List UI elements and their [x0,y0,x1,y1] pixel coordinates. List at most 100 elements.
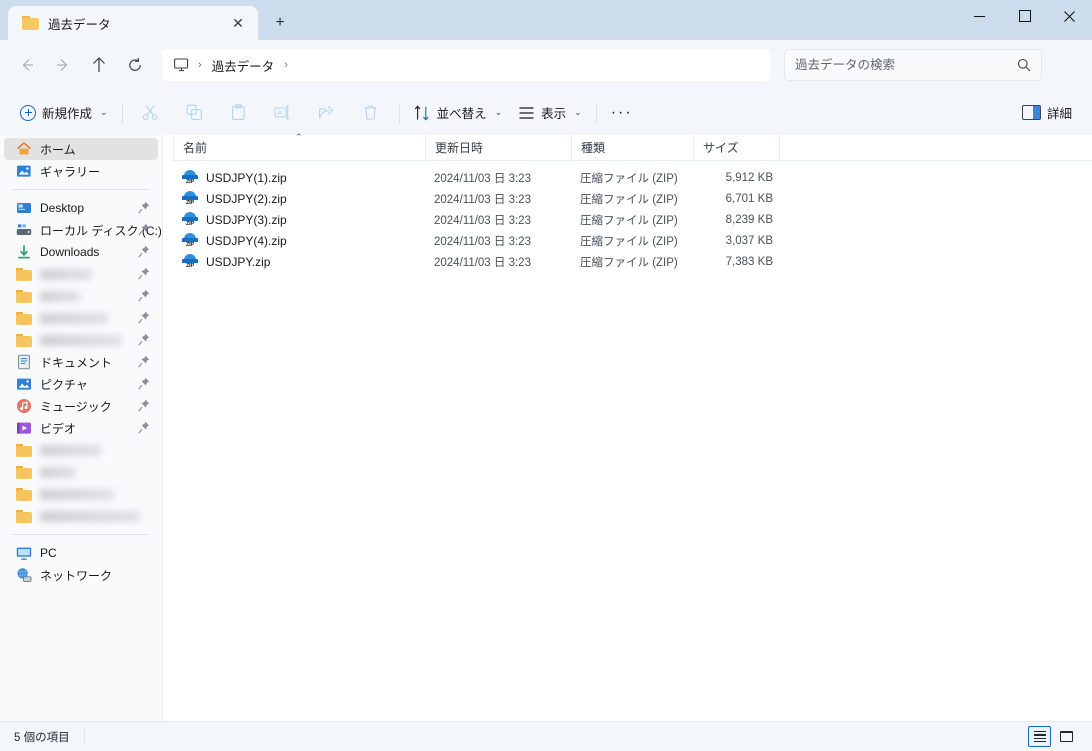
sidebar-item-redacted-6[interactable] [4,263,158,285]
sidebar-item-redacted-17[interactable] [4,505,158,527]
column-header-extra[interactable] [779,134,879,161]
file-date-cell: 2024/11/03 日 3:23 [434,235,531,248]
close-window-button[interactable] [1047,0,1092,32]
sidebar-item-ビデオ[interactable]: ビデオ [4,417,158,439]
search-input[interactable] [795,58,1017,72]
pin-icon[interactable] [138,245,150,258]
table-row[interactable]: ZIP USDJPY.zip 2024/11/03 日 3:23 圧縮ファイル (ZI… [173,251,1092,272]
sidebar-item-Desktop[interactable]: Desktop [4,197,158,219]
folder-icon [16,508,32,524]
new-button[interactable]: 新規作成 ⌄ [12,97,116,129]
new-tab-icon[interactable]: + [264,8,296,38]
pin-icon[interactable] [138,355,150,368]
sidebar-item-label: PC [40,546,57,560]
sidebar-item-ギャラリー[interactable]: ギャラリー [4,160,158,182]
table-row[interactable]: ZIP USDJPY(4).zip 2024/11/03 日 3:23 圧縮ファイル … [173,230,1092,251]
close-tab-icon[interactable]: ✕ [224,10,252,36]
sort-button[interactable]: 並べ替え ⌄ [406,97,511,129]
sidebar-item-redacted-14[interactable] [4,439,158,461]
file-name-cell[interactable]: ZIP USDJPY(1).zip [173,167,425,188]
forward-icon[interactable] [46,49,80,81]
breadcrumb-separator: › [198,59,202,71]
sidebar-divider [12,534,150,535]
column-header-type[interactable]: 種類 [571,134,693,161]
address-bar[interactable]: › 過去データ › [162,49,770,81]
more-options-button[interactable]: ··· [603,97,641,129]
sidebar-item-label-redacted [40,466,76,478]
column-header-size[interactable]: サイズ [693,134,779,161]
file-name-cell[interactable]: ZIP USDJPY.zip [173,251,425,272]
tab-active[interactable]: 過去データ ✕ [8,6,258,40]
column-header-row: ⌃ 名前 更新日時 種類 サイズ [173,133,1092,161]
pin-icon[interactable] [138,223,150,236]
file-rows: ZIP USDJPY(1).zip 2024/11/03 日 3:23 圧縮ファイル … [163,161,1092,272]
sidebar-item-ネットワーク[interactable]: ネットワーク [4,564,158,586]
svg-text:A: A [277,110,282,117]
sidebar-item-PC[interactable]: PC [4,542,158,564]
file-name-cell[interactable]: ZIP USDJPY(4).zip [173,230,425,251]
table-row[interactable]: ZIP USDJPY(1).zip 2024/11/03 日 3:23 圧縮ファイル … [173,167,1092,188]
cut-button[interactable] [129,97,173,129]
details-pane-button[interactable]: 詳細 [1014,97,1080,129]
minimize-button[interactable] [957,0,1002,32]
back-icon[interactable] [10,49,44,81]
sidebar-item-Downloads[interactable]: Downloads [4,241,158,263]
sidebar-item-ホーム[interactable]: ホーム [4,138,158,160]
music-icon [16,398,32,414]
sidebar-item-label-redacted [40,312,108,324]
column-header-date[interactable]: 更新日時 [425,134,571,161]
sidebar-item-redacted-9[interactable] [4,329,158,351]
folder-glyph [16,465,32,479]
pin-icon[interactable] [138,267,150,280]
file-date-cell: 2024/11/03 日 3:23 [434,214,531,227]
sidebar-item-redacted-7[interactable] [4,285,158,307]
toolbar-divider [121,102,123,123]
details-view-toggle[interactable] [1028,726,1051,747]
table-row[interactable]: ZIP USDJPY(3).zip 2024/11/03 日 3:23 圧縮ファイル … [173,209,1092,230]
sidebar-item-redacted-15[interactable] [4,461,158,483]
file-type-cell: 圧縮ファイル (ZIP) [580,172,678,185]
file-name-label: USDJPY(3).zip [206,212,287,227]
chevron-down-icon: ⌄ [100,107,108,117]
network-icon [16,567,32,583]
search-box[interactable] [784,49,1042,81]
zip-icon-label: ZIP [182,220,198,228]
sidebar-item-ローカル ディスク (C:)[interactable]: ローカル ディスク (C:) [4,219,162,241]
pin-icon[interactable] [138,201,150,214]
details-pane-label: 詳細 [1046,107,1072,121]
sidebar-item-redacted-16[interactable] [4,483,158,505]
search-icon[interactable] [1017,58,1031,72]
breadcrumb-separator-trailing[interactable]: › [279,59,293,71]
pin-icon[interactable] [138,399,150,412]
sidebar-item-ミュージック[interactable]: ミュージック [4,395,158,417]
sidebar-item-ピクチャ[interactable]: ピクチャ [4,373,158,395]
delete-button[interactable] [349,97,393,129]
title-bar: 過去データ ✕ + [0,0,1092,40]
pin-icon[interactable] [138,377,150,390]
share-button[interactable] [305,97,349,129]
this-pc-icon[interactable] [172,57,190,73]
copy-button[interactable] [173,97,217,129]
view-button[interactable]: 表示 ⌄ [510,97,590,129]
maximize-button[interactable] [1002,0,1047,32]
pin-icon[interactable] [138,289,150,302]
pin-icon[interactable] [138,311,150,324]
zip-icon-label: ZIP [182,178,198,186]
refresh-icon[interactable] [118,49,152,81]
file-name-cell[interactable]: ZIP USDJPY(2).zip [173,188,425,209]
breadcrumb-current[interactable]: 過去データ [210,56,277,75]
explorer-body: ホーム ギャラリー Desktop ローカル ディスク (C:) Downloads ドキ… [0,133,1092,721]
sidebar-item-redacted-8[interactable] [4,307,158,329]
pin-icon[interactable] [138,421,150,434]
rename-button[interactable]: A [261,97,305,129]
sidebar-item-label-redacted [40,488,114,500]
sidebar-item-ドキュメント[interactable]: ドキュメント [4,351,158,373]
zip-file-icon: ZIP [182,169,198,186]
file-name-cell[interactable]: ZIP USDJPY(3).zip [173,209,425,230]
table-row[interactable]: ZIP USDJPY(2).zip 2024/11/03 日 3:23 圧縮ファイル … [173,188,1092,209]
pin-icon[interactable] [138,333,150,346]
large-icons-view-toggle[interactable] [1055,726,1078,747]
folder-icon [16,486,32,502]
paste-button[interactable] [217,97,261,129]
up-icon[interactable] [82,49,116,81]
